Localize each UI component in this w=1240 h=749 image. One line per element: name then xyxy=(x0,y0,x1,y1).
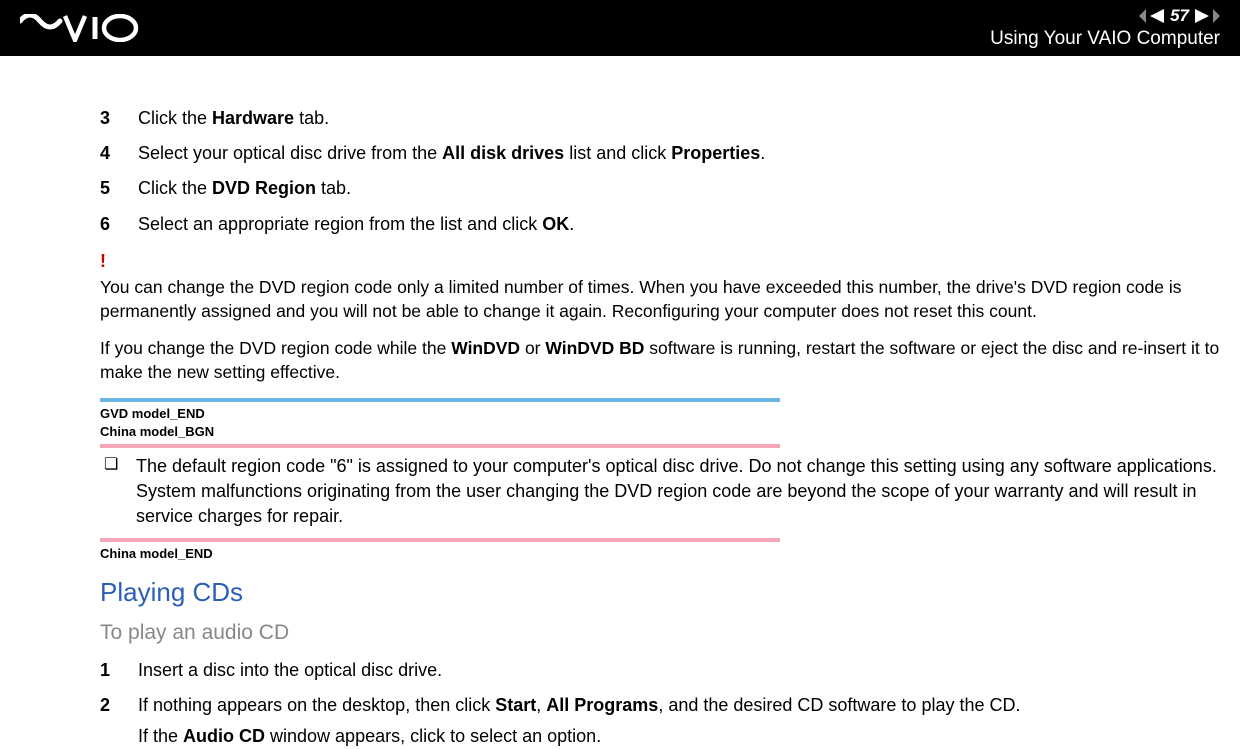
caution-text-1: You can change the DVD region code only … xyxy=(100,276,1220,323)
step-row: 4 Select your optical disc drive from the… xyxy=(100,141,1220,166)
steps-play-cd: 1 Insert a disc into the optical disc dri… xyxy=(100,658,1220,749)
header-title: Using Your VAIO Computer xyxy=(990,28,1220,50)
nav-prev-shadow xyxy=(1139,9,1146,23)
bullet-text: The default region code "6" is assigned … xyxy=(136,454,1220,530)
nav-next-icon[interactable] xyxy=(1195,9,1209,23)
model-label-china-bgn: China model_BGN xyxy=(100,424,1220,440)
page-number: 57 xyxy=(1170,6,1189,26)
step-text: Insert a disc into the optical disc driv… xyxy=(138,658,1220,683)
step-text: Click the DVD Region tab. xyxy=(138,176,1220,201)
subheading-play-audio-cd: To play an audio CD xyxy=(100,618,1220,647)
step-number: 1 xyxy=(100,658,118,683)
page-header: 57 Using Your VAIO Computer xyxy=(0,0,1240,56)
step-text: Select your optical disc drive from the … xyxy=(138,141,1220,166)
bullet-icon: ❏ xyxy=(104,454,120,530)
divider-blue-end xyxy=(100,398,780,402)
step-number: 2 xyxy=(100,693,118,718)
step-text: Click the Hardware tab. xyxy=(138,106,1220,131)
model-label-china-end: China model_END xyxy=(100,546,1220,562)
nav-prev-icon[interactable] xyxy=(1150,9,1164,23)
step-number: 5 xyxy=(100,176,118,201)
header-right: 57 Using Your VAIO Computer xyxy=(990,6,1220,50)
section-heading-playing-cds: Playing CDs xyxy=(100,574,1220,610)
model-label-gvd-end: GVD model_END xyxy=(100,406,1220,422)
steps-region-code: 3 Click the Hardware tab. 4 Select your opt… xyxy=(100,106,1220,237)
step-text: If nothing appears on the desktop, then … xyxy=(138,693,1220,749)
step-row: 3 Click the Hardware tab. xyxy=(100,106,1220,131)
step-text: Select an appropriate region from the li… xyxy=(138,212,1220,237)
bullet-region-note: ❏ The default region code "6" is assigne… xyxy=(104,454,1220,530)
divider-pink-end xyxy=(100,538,780,542)
step-row: 1 Insert a disc into the optical disc dri… xyxy=(100,658,1220,683)
caution-icon: ! xyxy=(100,249,1220,274)
step-number: 6 xyxy=(100,212,118,237)
step-number: 4 xyxy=(100,141,118,166)
nav-next-shadow xyxy=(1213,9,1220,23)
step-number: 3 xyxy=(100,106,118,131)
page-content: 3 Click the Hardware tab. 4 Select your opt… xyxy=(0,56,1240,749)
caution-text-2: If you change the DVD region code while … xyxy=(100,337,1220,384)
step-row: 2 If nothing appears on the desktop, then… xyxy=(100,693,1220,749)
step-subtext: If the Audio CD window appears, click to… xyxy=(138,724,1220,749)
caution-block: ! You can change the DVD region code onl… xyxy=(100,249,1220,385)
divider-pink-bgn xyxy=(100,444,780,448)
vaio-logo xyxy=(20,14,150,42)
step-row: 5 Click the DVD Region tab. xyxy=(100,176,1220,201)
step-row: 6 Select an appropriate region from the l… xyxy=(100,212,1220,237)
